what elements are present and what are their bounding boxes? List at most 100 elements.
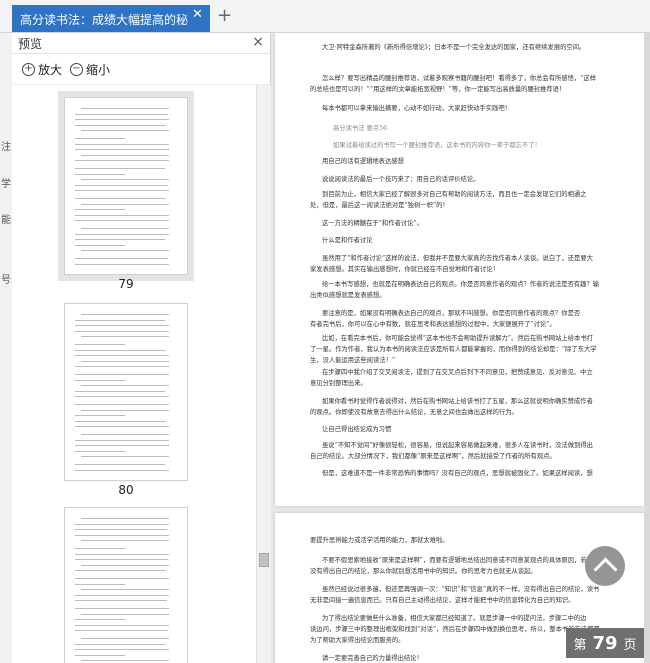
thumbnail-text-line	[81, 360, 169, 362]
thumbnail-text-line	[75, 184, 168, 186]
thumbnail-list: 79 80	[12, 85, 256, 663]
page-text-line: 如果试着给读过的书写一个腰封推荐语，这本书的内容你一辈子都忘不了！	[333, 142, 541, 149]
zoom-out-label: 缩小	[86, 63, 111, 77]
thumbnail-text-line	[81, 130, 169, 131]
page-text-line: 虽说“不知不觉间”好像很轻松，很容易，但说起来容易做起来难，很多人在读书时，没法…	[322, 442, 593, 449]
thumbnail-text-line	[75, 553, 169, 555]
thumbnail-text-line	[81, 336, 169, 337]
thumbnail-text-line	[75, 160, 169, 161]
page-text-line: 在步骤四中我介绍了交叉阅读法，提到了在交叉点后列下不同意见，把赞成意见、反对意见…	[322, 369, 593, 376]
page-thumbnail-79[interactable]	[58, 91, 194, 281]
thumbnail-text-line	[75, 244, 125, 246]
thumbnail-text-line	[81, 613, 169, 615]
zoom-out-icon: −	[70, 63, 83, 76]
thumbnail-text-line	[75, 445, 169, 446]
thumbnail-text-line	[75, 624, 169, 626]
page-text-line: 到目前为止，相信大家已经了解很多对自己有帮助的阅读方法，而且也一定会发现它们的相…	[322, 191, 587, 198]
zoom-in-label: 放大	[38, 63, 63, 77]
thumbnail-text-line	[81, 385, 169, 386]
thumbnail-text-line	[81, 203, 169, 205]
page-text-line: 的总结也是可以的！”“用这样的文章能拓宽视野！”等，你一定能写出高质量的腰封推荐…	[310, 86, 566, 93]
thumbnail-text-line	[75, 330, 169, 332]
thumbnail-text-line	[81, 250, 169, 251]
page-text-line: 说说阅读法的最后一个技巧来了：用自己的话评价结论。	[322, 176, 480, 183]
thumbnail-text-line	[75, 168, 165, 169]
document-scrollbar[interactable]	[645, 33, 650, 663]
page-text-line: 大卫·阿特金森所著的《新所得倍增论》；日本不是一个完全发达的国家，还有继续发展的…	[322, 44, 586, 51]
thumbnail-text-line	[75, 390, 165, 392]
thumbnail-text-line	[75, 190, 169, 191]
scroll-top-button[interactable]	[585, 546, 625, 586]
page-text-line: 高分读书法 要点56	[333, 125, 388, 132]
tab-close-icon[interactable]: ✕	[192, 8, 203, 22]
thumbnail-text-line	[75, 344, 125, 345]
thumbnail-text-line	[75, 643, 166, 645]
thumbnail-text-line	[81, 314, 169, 315]
thumbnail-text-line	[81, 564, 169, 566]
left-strip-text-1: 学	[1, 179, 11, 190]
page-thumbnail-81[interactable]	[64, 507, 188, 663]
page-text-line: 怎么样？要写出精品的腰封推荐语，试着多观察书籍的腰封吧！看得多了，你总会有所感悟…	[322, 75, 596, 82]
thumbnail-text-line	[81, 540, 169, 541]
thumbnail-text-line	[75, 404, 169, 405]
page-text-line: 如果你看书时觉得作者说得对，然后在购书网站上给该书打了五星，那么这就说明你确实赞…	[322, 398, 593, 405]
thumbnail-text-line	[75, 415, 125, 416]
thumbnail-text-line	[81, 638, 169, 639]
page-indicator-prefix: 第	[573, 637, 587, 653]
page-text-line: 为了得出结论要做些什么准备，相信大家都已经知道了。就是步骤一中的提问法，步骤二中…	[322, 615, 587, 622]
thumbnail-text-line	[81, 179, 169, 180]
thumbnail-text-line	[75, 630, 168, 631]
thumbnail-scrollbar-thumb[interactable]	[259, 553, 269, 567]
page-text-line: 虽然已经说过很多遍，但还是再强调一次：“知识”和“信息”真的不一样。没有得出自己…	[322, 586, 600, 593]
thumbnail-text-line	[75, 220, 169, 221]
new-tab-icon[interactable]: +	[217, 6, 232, 26]
zoom-out-button[interactable]: − 缩小	[70, 61, 110, 78]
page-text-line: 处，但是，最后这一阅读法绝对是“独树一帜”的！	[310, 202, 449, 209]
thumbnail-text-line	[75, 649, 169, 650]
left-strip-text-0: 注	[1, 142, 11, 153]
thumbnail-text-line	[75, 209, 125, 210]
thumbnail-text-line	[75, 149, 169, 150]
preview-panel-header: 预览 ×	[12, 33, 270, 54]
thumbnail-text-line	[75, 258, 168, 259]
thumbnail-text-line	[75, 654, 125, 656]
panel-close-icon[interactable]: ×	[252, 34, 264, 50]
thumbnail-text-line	[81, 409, 169, 411]
page-text-line: 让自己得出结论成为习惯	[322, 426, 392, 433]
thumbnail-text-line	[81, 660, 169, 661]
page-text-line: 的观点。你即使没有故意去得出什么结论，无意之间也会做出这样的行为。	[310, 409, 518, 416]
thumbnail-text-line	[81, 456, 169, 457]
page-text-line: 为了帮助大家得出结论而服务的。	[310, 637, 405, 644]
thumbnail-text-line	[75, 374, 169, 375]
thumbnail-text-line	[75, 143, 169, 145]
document-page-79: 大卫·阿特金森所著的《新所得倍增论》；日本不是一个完全发达的国家，还有继续发展的…	[275, 33, 644, 506]
thumbnail-text-line	[75, 113, 168, 115]
thumbnail-text-line	[75, 469, 169, 471]
page-text-line: 这一方法的精髓在于“和作者讨论”。	[322, 220, 423, 227]
thumbnail-scrollbar[interactable]	[256, 85, 271, 663]
thumbnail-text-line	[81, 589, 169, 590]
thumbnail-text-line	[75, 600, 167, 601]
document-tab[interactable]: 高分读书法：成绩大幅提高的秘	[12, 5, 210, 32]
thumbnail-text-line	[75, 138, 125, 139]
thumbnail-text-line	[75, 548, 125, 549]
thumbnail-text-line	[75, 124, 166, 126]
page-indicator-suffix: 页	[623, 637, 637, 653]
thumbnail-text-line	[75, 450, 125, 452]
thumbnail-text-line	[81, 228, 169, 229]
left-strip-text-3: 号	[1, 275, 11, 286]
thumbnail-text-line	[81, 154, 169, 156]
thumbnail-text-line	[75, 349, 166, 351]
zoom-in-button[interactable]: + 放大	[22, 61, 62, 78]
page-text-line: 有者完书后，你可以在心中有数，就在思考和表达感想的过程中，大家便展开了“讨论”。	[310, 321, 556, 328]
thumbnail-text-line	[75, 325, 169, 326]
tab-title: 高分读书法：成绩大幅提高的秘	[20, 13, 189, 27]
thumbnail-text-line	[75, 198, 166, 199]
page-thumbnail-80[interactable]	[64, 303, 188, 481]
thumbnail-text-line	[75, 366, 169, 367]
thumbnail-text-line	[75, 214, 169, 216]
thumbnail-text-line	[81, 434, 169, 435]
page-text-line: 自己的结论。大部分情况下，我们都像“原来是这样啊”，然后就接受了作者的所有观点。	[310, 453, 556, 460]
thumbnail-text-line	[75, 619, 125, 620]
thumbnail-text-line	[75, 594, 169, 596]
